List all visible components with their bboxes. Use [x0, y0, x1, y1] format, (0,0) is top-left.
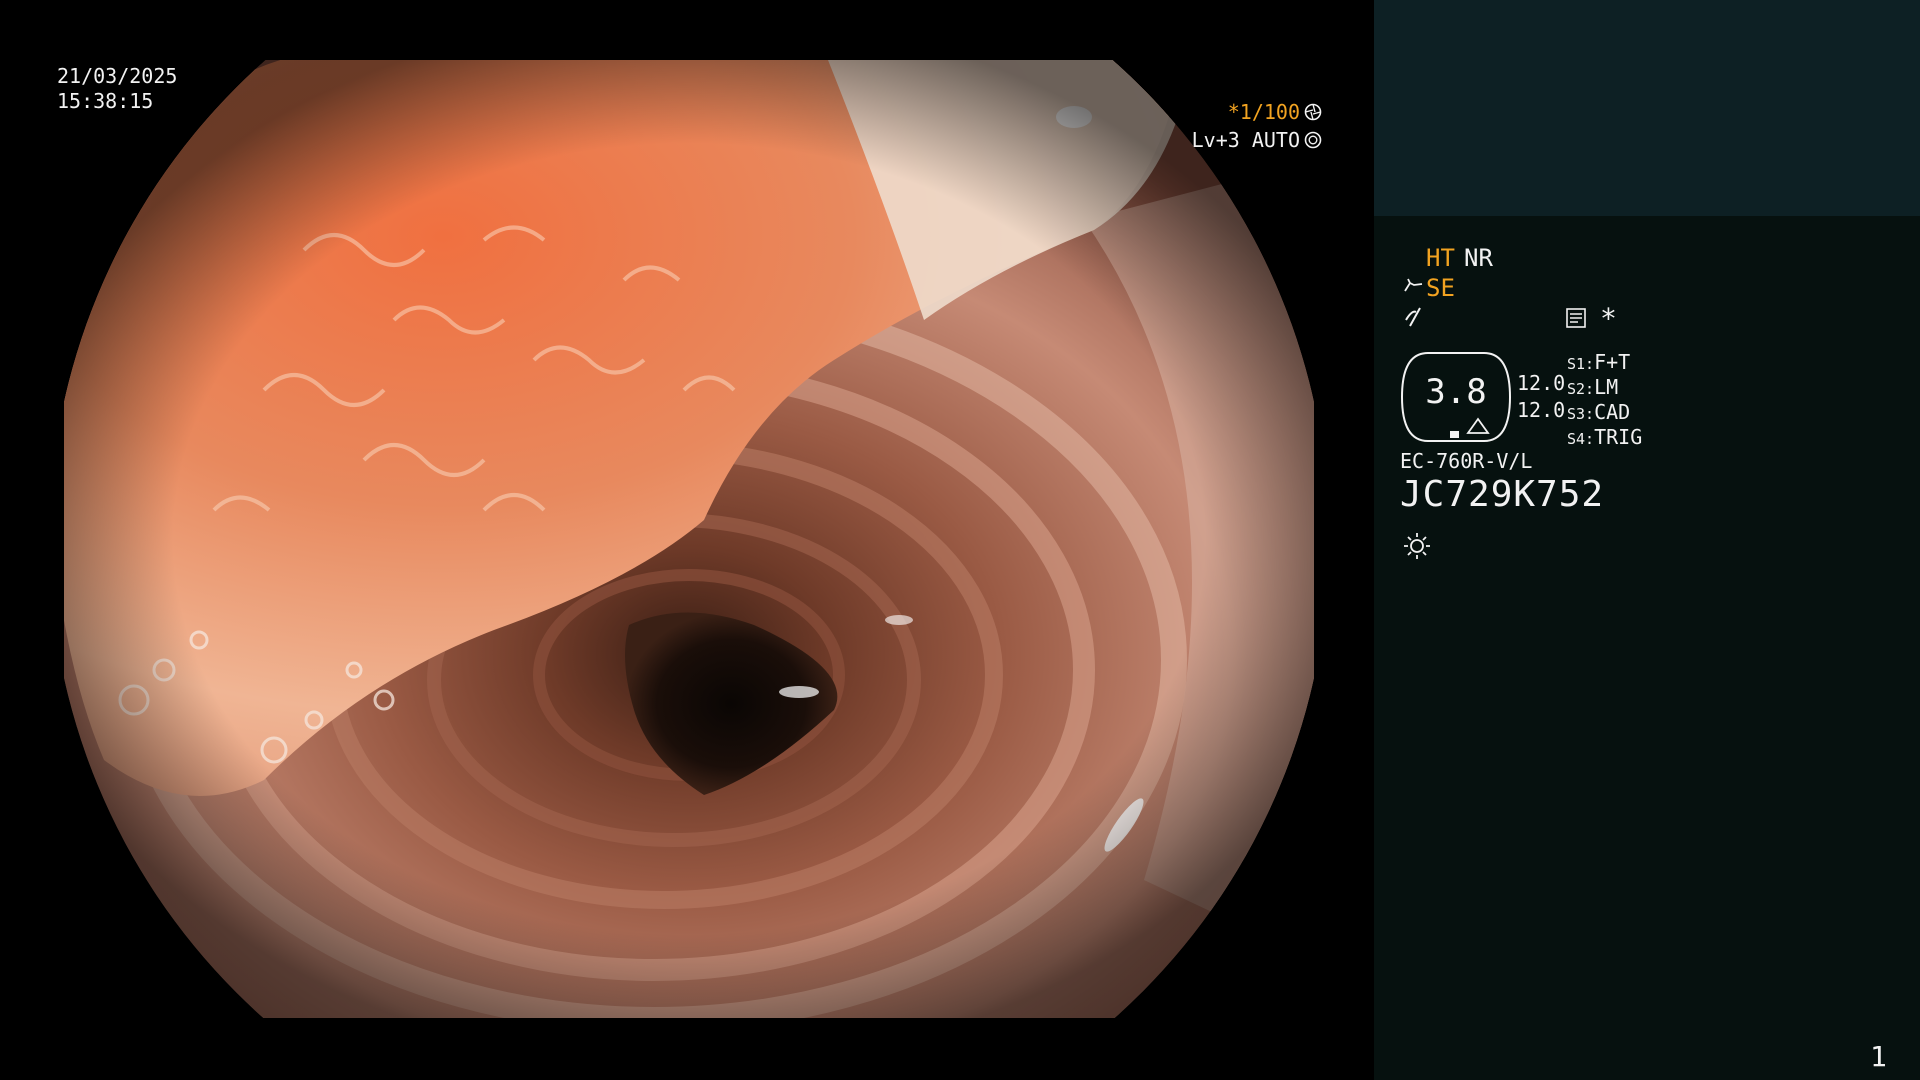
star-marker: *	[1600, 302, 1617, 335]
page-number: 1	[1870, 1040, 1887, 1073]
scale-value: 3.8	[1425, 372, 1487, 412]
switch-row-s4: S4: TRIG	[1567, 425, 1642, 449]
memo-icon	[1566, 308, 1586, 328]
ht-label: HT	[1426, 244, 1455, 272]
hand-icon	[1404, 278, 1423, 292]
switch-value: TRIG	[1594, 425, 1643, 449]
info-panel: HT NR SE * 3.8 12.0 12.0 S1: F+T S2: LM	[1374, 0, 1920, 1080]
shutter-indicator: *1/100	[1228, 100, 1322, 124]
switch-key: S3:	[1567, 405, 1595, 423]
endoscope-image-graphic	[64, 60, 1314, 1018]
switch-value: F+T	[1594, 350, 1631, 374]
shutter-speed-text: *1/100	[1227, 100, 1300, 124]
switch-key: S4:	[1567, 430, 1595, 448]
switch-value: LM	[1594, 375, 1619, 399]
lightning-icon	[1405, 307, 1421, 327]
exam-time: 15:38:15	[57, 89, 154, 113]
switch-row-s2: S2: LM	[1567, 375, 1618, 399]
scope-model: EC-760R-V/L	[1400, 449, 1533, 473]
exam-date: 21/03/2025	[57, 64, 178, 88]
patient-info-area	[1374, 0, 1920, 216]
nr-label: NR	[1464, 244, 1493, 272]
switch-row-s1: S1: F+T	[1567, 350, 1630, 374]
endoscope-image	[64, 60, 1314, 1018]
sun-icon	[1404, 533, 1430, 559]
brightness-level-indicator: Lv+3 AUTO	[1192, 128, 1322, 152]
iris-icon	[1304, 131, 1322, 149]
switch-key: S2:	[1567, 380, 1595, 398]
scope-serial: JC729K752	[1400, 474, 1605, 515]
aperture-icon	[1304, 103, 1322, 121]
se-label: SE	[1426, 274, 1455, 302]
level-text: Lv+3 AUTO	[1191, 128, 1300, 152]
switch-key: S1:	[1567, 355, 1595, 373]
switch-value: CAD	[1594, 400, 1631, 424]
switch-row-s3: S3: CAD	[1567, 400, 1630, 424]
scale-value-b: 12.0	[1517, 398, 1566, 422]
scale-value-a: 12.0	[1517, 371, 1566, 395]
endoscopy-screen: 21/03/2025 15:38:15 *1/100 Lv+3 AUTO HT …	[0, 0, 1920, 1080]
